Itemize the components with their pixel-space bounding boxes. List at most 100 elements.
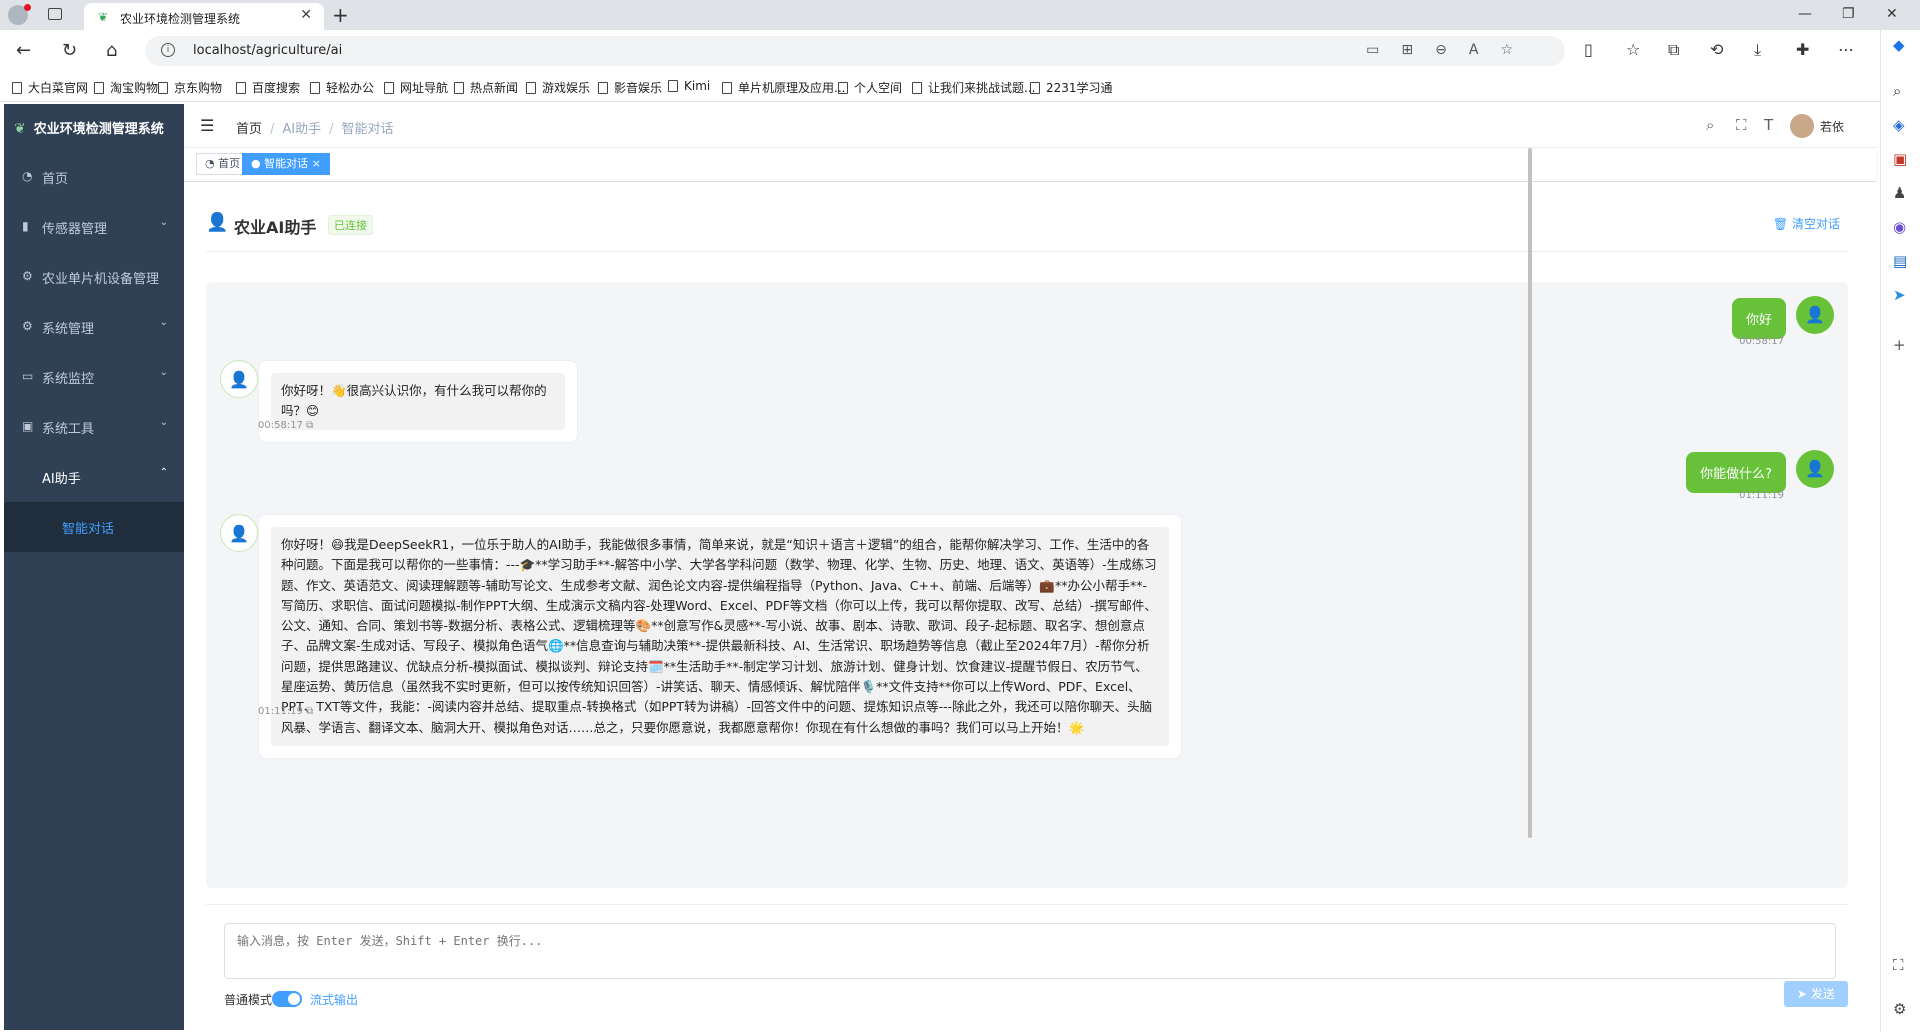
- copy-icon[interactable]: ⧉: [303, 706, 313, 717]
- bookmark-item[interactable]: Kimi: [668, 79, 710, 93]
- download-icon[interactable]: ⤓: [1754, 40, 1761, 60]
- tag-chat[interactable]: ● 智能对话 ×: [242, 153, 330, 175]
- copilot-icon[interactable]: ◆: [1893, 36, 1905, 54]
- tag-label: 智能对话: [264, 157, 309, 170]
- sidebar-item-devices[interactable]: ⚙ 农业单片机设备管理: [4, 252, 184, 302]
- bookmark-label: 大白菜官网: [28, 81, 89, 95]
- send-icon[interactable]: ➤: [1893, 286, 1906, 304]
- stream-toggle[interactable]: [272, 991, 302, 1007]
- page-icon: [912, 82, 922, 94]
- toolbox-icon: ▣: [22, 419, 34, 433]
- close-tab-icon[interactable]: ✕: [300, 7, 312, 23]
- minimize-icon[interactable]: —: [1798, 6, 1812, 22]
- sidebar-item-monitor[interactable]: ▭ 系统监控 ⌄: [4, 352, 184, 402]
- collections-icon[interactable]: ⧉: [1668, 40, 1679, 60]
- font-size-icon[interactable]: T: [1764, 116, 1773, 134]
- back-icon[interactable]: ←: [16, 40, 31, 61]
- history-icon[interactable]: ⟲: [1710, 40, 1723, 59]
- bookmark-item[interactable]: 热点新闻: [454, 79, 518, 96]
- sidebar-item-label: 系统管理: [42, 322, 95, 337]
- page-icon: [526, 82, 536, 94]
- message-time: 01:11:19: [1739, 490, 1784, 501]
- search-icon[interactable]: ⌕: [1893, 82, 1901, 100]
- user-icon: 👤: [206, 212, 229, 233]
- restore-icon[interactable]: ❐: [1842, 6, 1855, 22]
- send-button[interactable]: ➤ 发送: [1784, 981, 1848, 1007]
- sidebar: ❦ 农业环境检测管理系统 ◔ 首页 ▮ 传感器管理 ⌄ ⚙ 农业单片机设备管理 ⚙ 系统管理…: [4, 104, 184, 1030]
- send-icon: ➤: [1797, 987, 1811, 1001]
- browser-tab[interactable]: ❦ 农业环境检测管理系统 ✕: [84, 3, 324, 30]
- sidebar-item-home[interactable]: ◔ 首页: [4, 152, 184, 202]
- message-input[interactable]: [224, 923, 1836, 979]
- office-icon[interactable]: ◉: [1893, 218, 1906, 236]
- avatar[interactable]: [1790, 114, 1814, 138]
- tags-view: ◔ 首页 ● 智能对话 ×: [184, 148, 1876, 182]
- extensions-icon[interactable]: ✚: [1796, 40, 1809, 59]
- bookmark-label: 网址导航: [400, 81, 449, 95]
- outlook-icon[interactable]: ▤: [1893, 252, 1907, 270]
- bookmark-item[interactable]: 个人空间: [838, 79, 902, 96]
- username[interactable]: 若依: [1820, 118, 1844, 135]
- bookmark-item[interactable]: 单片机原理及应用...: [722, 79, 845, 96]
- settings-icon[interactable]: ⚙: [1893, 1000, 1906, 1018]
- browser-tab-title: 农业环境检测管理系统: [120, 12, 241, 26]
- tag-icon[interactable]: ◈: [1893, 116, 1905, 134]
- message-time: 00:58:17: [1739, 336, 1784, 347]
- sidebar-item-tools[interactable]: ▣ 系统工具 ⌄: [4, 402, 184, 452]
- info-icon[interactable]: i: [161, 43, 175, 57]
- page-icon: [668, 80, 678, 92]
- more-icon[interactable]: ⋯: [1838, 40, 1854, 59]
- clear-chat-button[interactable]: 🗑 清空对话: [1773, 215, 1840, 232]
- bookmark-label: Kimi: [684, 79, 711, 93]
- bookmark-item[interactable]: 游戏娱乐: [526, 79, 590, 96]
- address-bar-row: ← ↻ ⌂ i localhost/agriculture/ai ▭⊞⊖A☆ ▯…: [0, 30, 1920, 72]
- close-icon[interactable]: ×: [308, 157, 321, 170]
- user-icon: 👤: [229, 370, 249, 389]
- split-screen-icon[interactable]: ▯: [1584, 40, 1593, 59]
- bookmark-item[interactable]: 让我们来挑战试题...: [912, 79, 1035, 96]
- bookmark-item[interactable]: 2231学习通: [1030, 79, 1113, 96]
- bookmark-item[interactable]: 京东购物: [158, 79, 222, 96]
- hamburger-icon[interactable]: ☰: [200, 116, 214, 135]
- breadcrumb-ai: AI助手: [282, 122, 322, 137]
- tab-actions-icon[interactable]: [48, 8, 62, 20]
- user-message: 你能做什么?: [1686, 452, 1786, 493]
- close-window-icon[interactable]: ✕: [1886, 6, 1898, 22]
- new-tab-button[interactable]: +: [332, 3, 349, 27]
- sidebar-item-chat[interactable]: 智能对话: [4, 502, 184, 552]
- page-icon: [722, 82, 732, 94]
- bookmark-item[interactable]: 网址导航: [384, 79, 448, 96]
- add-icon[interactable]: +: [1893, 336, 1906, 354]
- user-icon: 👤: [1805, 459, 1825, 478]
- bookmark-item[interactable]: 百度搜索: [236, 79, 300, 96]
- chat-messages: 你好 👤 00:58:17 👤 你好呀！👋很高兴认识你，有什么我可以帮你的吗？😊…: [206, 282, 1848, 888]
- leaf-icon: ❦: [98, 10, 109, 24]
- url-actions-icon[interactable]: ▭⊞⊖A☆: [1366, 42, 1535, 58]
- home-icon[interactable]: ⌂: [106, 40, 117, 61]
- screenshot-icon[interactable]: ⛶: [1893, 956, 1904, 974]
- clear-chat-label: 清空对话: [1791, 217, 1840, 231]
- fullscreen-icon[interactable]: ⛶: [1736, 116, 1747, 134]
- search-icon[interactable]: ⌕: [1706, 116, 1714, 134]
- sidebar-item-label: 首页: [42, 172, 69, 187]
- url-field[interactable]: i localhost/agriculture/ai ▭⊞⊖A☆: [145, 36, 1565, 66]
- copy-icon[interactable]: ⧉: [303, 420, 313, 431]
- games-icon[interactable]: ♟: [1893, 184, 1906, 202]
- sidebar-item-sensors[interactable]: ▮ 传感器管理 ⌄: [4, 202, 184, 252]
- bookmark-item[interactable]: 大白菜官网: [12, 79, 88, 96]
- toolbox-icon[interactable]: ▣: [1893, 150, 1907, 168]
- bookmark-item[interactable]: 淘宝购物: [94, 79, 158, 96]
- sidebar-item-ai[interactable]: AI助手 ⌃: [4, 452, 184, 502]
- bot-message: 你好呀！😄我是DeepSeekR1，一位乐于助人的AI助手，我能做很多事情，简单…: [258, 514, 1182, 759]
- app: ❦ 农业环境检测管理系统 ◔ 首页 ▮ 传感器管理 ⌄ ⚙ 农业单片机设备管理 ⚙ 系统管理…: [4, 104, 1876, 1030]
- sidebar-item-system[interactable]: ⚙ 系统管理 ⌄: [4, 302, 184, 352]
- breadcrumb-home[interactable]: 首页: [236, 122, 262, 137]
- favorites-icon[interactable]: ☆: [1626, 40, 1640, 59]
- url-text[interactable]: localhost/agriculture/ai: [193, 43, 342, 58]
- page-icon: [384, 82, 394, 94]
- bookmark-item[interactable]: 轻松办公: [310, 79, 374, 96]
- scrollbar[interactable]: [1528, 148, 1532, 838]
- user-icon: 👤: [1805, 305, 1825, 324]
- bookmark-item[interactable]: 影音娱乐: [598, 79, 662, 96]
- refresh-icon[interactable]: ↻: [62, 40, 77, 61]
